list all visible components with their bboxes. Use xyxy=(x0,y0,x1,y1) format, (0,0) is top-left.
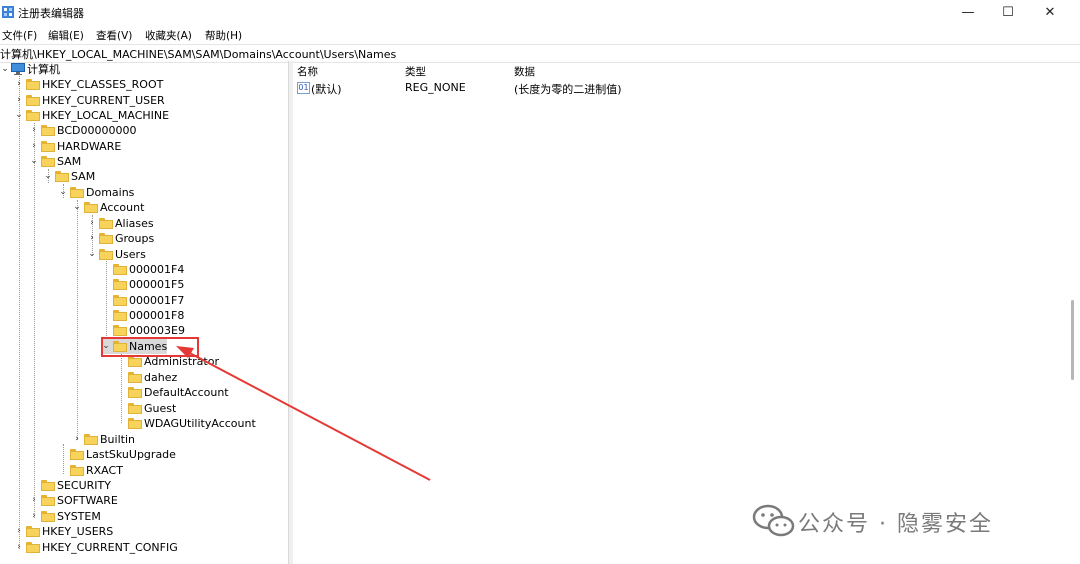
wechat-logo-icon xyxy=(752,504,795,537)
watermark-text: 公众号 · 隐雾安全 xyxy=(798,512,993,537)
annotation-arrow xyxy=(176,346,431,481)
watermark: 公众号 · 隐雾安全 xyxy=(752,500,1052,544)
